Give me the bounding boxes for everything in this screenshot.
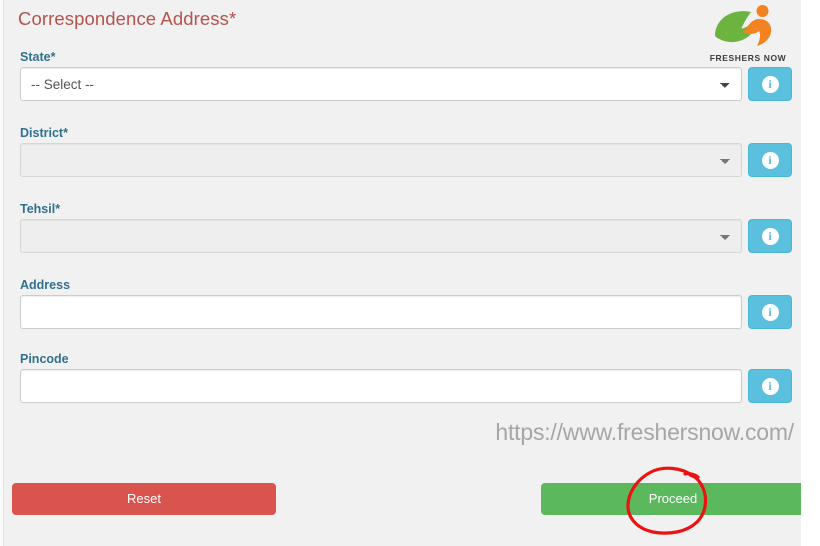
state-select[interactable]: -- Select -- [20, 67, 742, 101]
right-gutter [801, 0, 820, 546]
info-button-pincode[interactable]: i [748, 369, 792, 403]
page-root: Correspondence Address* FRESHERS NOW Sta… [0, 0, 820, 546]
info-button-address[interactable]: i [748, 295, 792, 329]
info-icon: i [761, 303, 779, 321]
tehsil-select[interactable] [20, 219, 742, 253]
address-input[interactable] [20, 295, 742, 329]
pincode-input[interactable] [20, 369, 742, 403]
field-label-district: District* [20, 126, 68, 140]
info-button-tehsil[interactable]: i [748, 219, 792, 253]
watermark-url: https://www.freshersnow.com/ [495, 419, 794, 445]
correspondence-address-form-panel: Correspondence Address* FRESHERS NOW Sta… [4, 0, 805, 546]
info-button-district[interactable]: i [748, 143, 792, 177]
field-control-tehsil [20, 219, 742, 253]
page-title: Correspondence Address* [18, 8, 237, 29]
info-icon: i [761, 377, 779, 395]
field-label-state: State* [20, 50, 56, 64]
reset-button[interactable]: Reset [12, 483, 276, 515]
info-button-state[interactable]: i [748, 67, 792, 101]
field-label-pincode: Pincode [20, 352, 69, 366]
info-icon: i [761, 151, 779, 169]
field-control-state: -- Select -- [20, 67, 742, 101]
field-control-district [20, 143, 742, 177]
freshersnow-logo-icon [715, 5, 772, 46]
proceed-button[interactable]: Proceed [541, 483, 805, 515]
field-control-pincode [20, 369, 742, 403]
field-control-address [20, 295, 742, 329]
info-icon: i [761, 227, 779, 245]
field-label-address: Address [20, 278, 71, 292]
field-label-tehsil: Tehsil* [20, 202, 61, 216]
freshersnow-logo: FRESHERS NOW [707, 2, 789, 64]
logo-text: FRESHERS NOW [709, 53, 787, 63]
district-select[interactable] [20, 143, 742, 177]
info-icon: i [761, 75, 779, 93]
